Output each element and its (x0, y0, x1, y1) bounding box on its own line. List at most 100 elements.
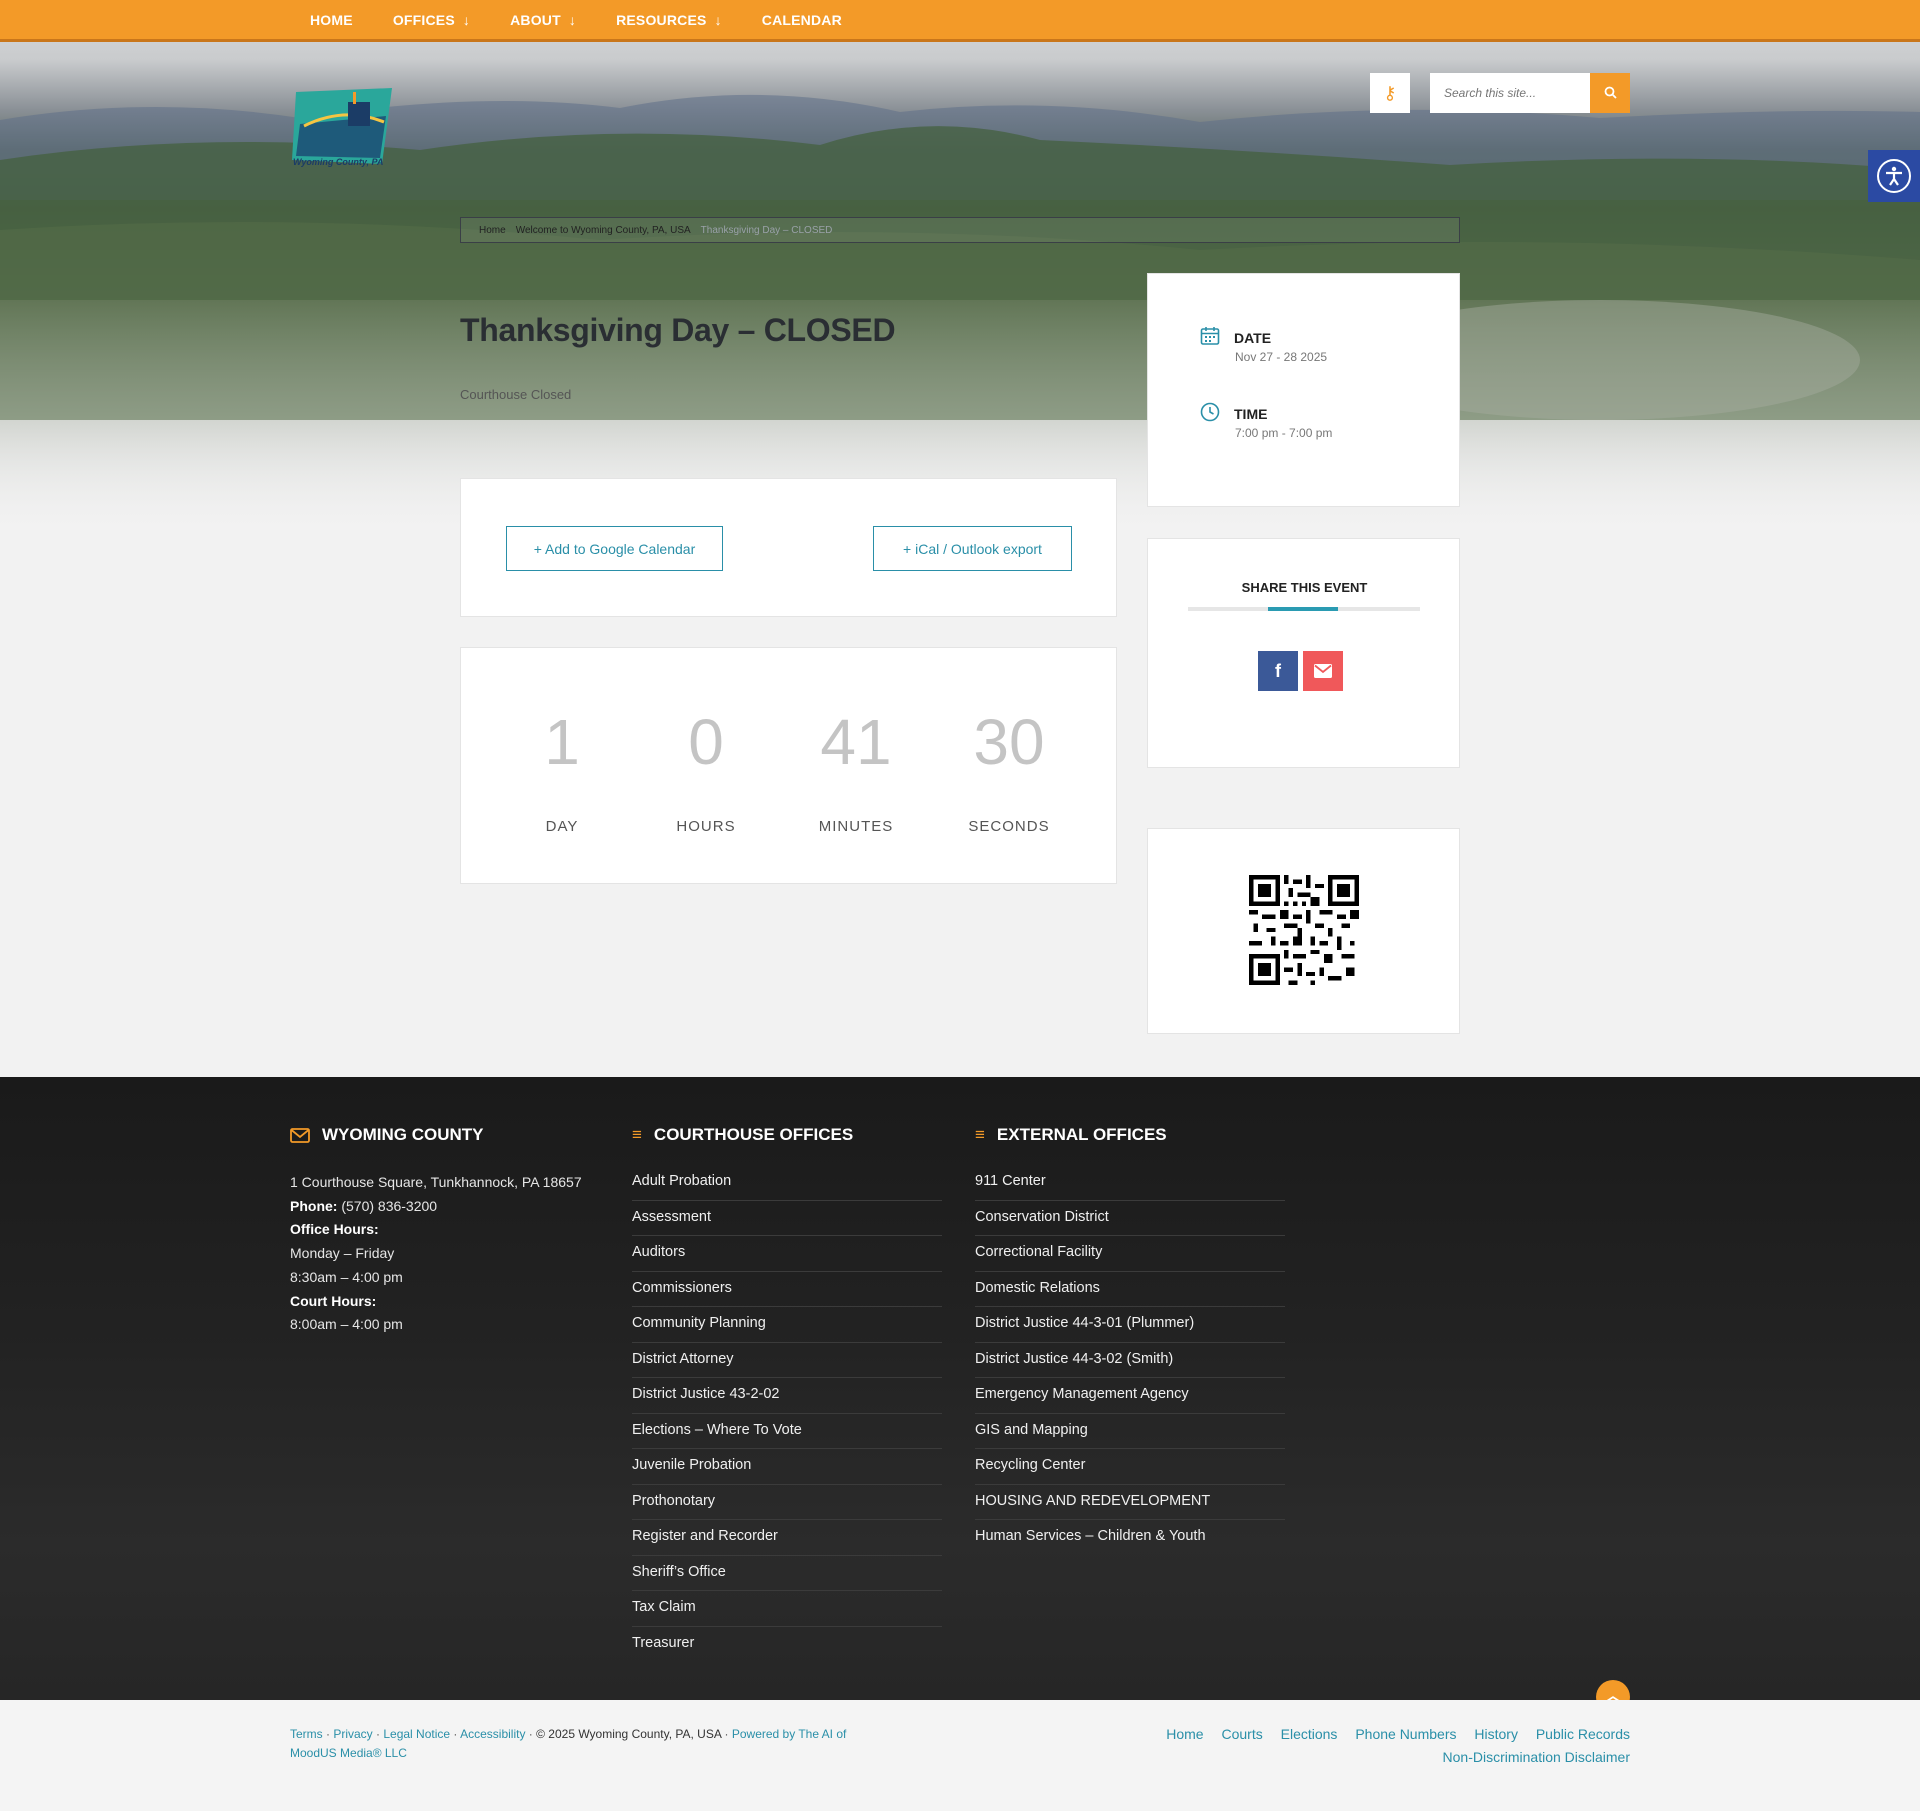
phone-number[interactable]: (570) 836-3200 (341, 1198, 437, 1214)
list-item[interactable]: HOUSING AND REDEVELOPMENT (975, 1485, 1285, 1520)
countdown-value: 1 (544, 706, 580, 778)
list-item[interactable]: Assessment (632, 1201, 942, 1236)
list-item[interactable]: Community Planning (632, 1307, 942, 1343)
countdown-card: 1 DAY 0 HOURS 41 MINUTES 30 SECONDS (460, 647, 1117, 884)
bottom-link-home[interactable]: Home (1166, 1726, 1203, 1742)
accessibility-toolbar-button[interactable] (1868, 150, 1920, 202)
list-item[interactable]: Domestic Relations (975, 1272, 1285, 1307)
share-card: SHARE THIS EVENT f (1147, 538, 1460, 768)
footer-heading-text: COURTHOUSE OFFICES (653, 1125, 854, 1144)
menu-icon: ≡ (632, 1125, 642, 1144)
calendar-export-card: + Add to Google Calendar + iCal / Outloo… (460, 478, 1117, 617)
nav-label: ABOUT (510, 12, 561, 28)
countdown-value: 0 (688, 706, 724, 778)
footer-external-offices: ≡ EXTERNAL OFFICES 911 Center Conservati… (975, 1125, 1285, 1556)
court-hours-label: Court Hours: (290, 1292, 377, 1309)
footer-heading-text: WYOMING COUNTY (322, 1125, 484, 1144)
bottom-link-phone-numbers[interactable]: Phone Numbers (1355, 1726, 1456, 1742)
list-item[interactable]: Tax Claim (632, 1591, 942, 1627)
list-item[interactable]: 911 Center (975, 1165, 1285, 1201)
bottom-link-elections[interactable]: Elections (1281, 1726, 1338, 1742)
footer-heading: WYOMING COUNTY (290, 1125, 582, 1145)
countdown-unit: MINUTES (818, 818, 894, 835)
event-details-card: DATE Nov 27 - 28 2025 TIME 7:00 pm - 7:0… (1147, 273, 1460, 507)
bottom-link-courts[interactable]: Courts (1222, 1726, 1263, 1742)
ical-outlook-export-button[interactable]: + iCal / Outlook export (873, 526, 1072, 571)
copyright: © 2025 Wyoming County, PA, USA (536, 1727, 722, 1741)
footer-courthouse-offices: ≡ COURTHOUSE OFFICES Adult Probation Ass… (632, 1125, 942, 1662)
menu-icon: ≡ (975, 1125, 985, 1144)
list-item[interactable]: Correctional Facility (975, 1236, 1285, 1272)
share-email-button[interactable] (1303, 651, 1343, 691)
terms-link[interactable]: Terms (290, 1727, 323, 1741)
nav-item-about[interactable]: ABOUT ↓ (510, 12, 576, 28)
time-label: TIME (1234, 406, 1268, 422)
countdown-unit: DAY (545, 818, 579, 835)
clock-icon (1200, 402, 1220, 422)
list-item[interactable]: District Justice 43-2-02 (632, 1378, 942, 1414)
envelope-icon (290, 1127, 310, 1143)
office-hours-label: Office Hours: (290, 1221, 379, 1238)
arrow-down-icon: ↓ (462, 12, 471, 28)
legal-notice-link[interactable]: Legal Notice (383, 1727, 450, 1741)
share-facebook-button[interactable]: f (1258, 651, 1298, 691)
list-item[interactable]: District Justice 44-3-02 (Smith) (975, 1343, 1285, 1378)
search-icon (1604, 86, 1617, 99)
privacy-link[interactable]: Privacy (333, 1727, 372, 1741)
hero-background (0, 0, 1920, 540)
list-item[interactable]: Conservation District (975, 1201, 1285, 1236)
nav-item-resources[interactable]: RESOURCES ↓ (616, 12, 722, 28)
list-item[interactable]: Sheriff’s Office (632, 1556, 942, 1591)
calendar-icon (1200, 327, 1220, 345)
legal-links: Terms · Privacy · Legal Notice · Accessi… (290, 1727, 847, 1760)
footer-address: 1 Courthouse Square, Tunkhannock, PA 186… (290, 1174, 582, 1190)
list-item[interactable]: Register and Recorder (632, 1520, 942, 1556)
footer-heading-text: EXTERNAL OFFICES (996, 1125, 1167, 1144)
qr-code (1249, 875, 1359, 985)
accessibility-link[interactable]: Accessibility (460, 1727, 525, 1741)
list-item[interactable]: District Attorney (632, 1343, 942, 1378)
bottom-nav: Home Courts Elections Phone Numbers Hist… (1152, 1723, 1630, 1769)
breadcrumb-home[interactable]: Home (479, 225, 506, 236)
nav-item-offices[interactable]: OFFICES ↓ (393, 12, 470, 28)
footer-heading: ≡ COURTHOUSE OFFICES (632, 1125, 942, 1145)
office-days: Monday – Friday (290, 1245, 395, 1262)
list-item[interactable]: District Justice 44-3-01 (Plummer) (975, 1307, 1285, 1343)
list-item[interactable]: GIS and Mapping (975, 1414, 1285, 1449)
countdown-value: 30 (973, 706, 1045, 778)
list-item[interactable]: Commissioners (632, 1272, 942, 1307)
external-offices-list: 911 Center Conservation District Correct… (975, 1165, 1285, 1556)
bottom-link-history[interactable]: History (1474, 1726, 1518, 1742)
login-key-button[interactable]: ⚷ (1370, 73, 1410, 113)
list-item[interactable]: Emergency Management Agency (975, 1378, 1285, 1414)
countdown-hours: 0 HOURS (641, 710, 771, 835)
list-item[interactable]: Elections – Where To Vote (632, 1414, 942, 1449)
bottom-link-non-discrimination[interactable]: Non-Discrimination Disclaimer (1443, 1749, 1630, 1765)
share-title: SHARE THIS EVENT (1241, 580, 1368, 595)
breadcrumb-parent[interactable]: Welcome to Wyoming County, PA, USA (516, 225, 691, 236)
footer-address-block: 1 Courthouse Square, Tunkhannock, PA 186… (290, 1171, 582, 1337)
footer-phone: Phone: (570) 836-3200 (290, 1195, 582, 1219)
add-google-calendar-button[interactable]: + Add to Google Calendar (506, 526, 723, 571)
list-item[interactable]: Juvenile Probation (632, 1449, 942, 1485)
nav-item-calendar[interactable]: CALENDAR (762, 12, 842, 28)
countdown-unit: HOURS (676, 818, 736, 835)
date-label: DATE (1234, 330, 1272, 346)
breadcrumb: Home Welcome to Wyoming County, PA, USA … (460, 217, 1460, 243)
list-item[interactable]: Auditors (632, 1236, 942, 1272)
search-input[interactable] (1430, 73, 1590, 113)
list-item[interactable]: Human Services – Children & Youth (975, 1520, 1285, 1556)
nav-item-home[interactable]: HOME (310, 12, 353, 28)
qr-code-card (1147, 828, 1460, 1034)
countdown-unit: SECONDS (968, 818, 1050, 835)
list-item[interactable]: Adult Probation (632, 1165, 942, 1201)
list-item[interactable]: Treasurer (632, 1627, 942, 1663)
footer-contact: WYOMING COUNTY 1 Courthouse Square, Tunk… (290, 1125, 582, 1337)
breadcrumb-current: Thanksgiving Day – CLOSED (700, 224, 833, 236)
list-item[interactable]: Prothonotary (632, 1485, 942, 1520)
list-item[interactable]: Recycling Center (975, 1449, 1285, 1485)
bottom-link-public-records[interactable]: Public Records (1536, 1726, 1630, 1742)
nav-menu: HOME OFFICES ↓ ABOUT ↓ RESOURCES ↓ CALENDAR (310, 0, 882, 40)
page-title: Thanksgiving Day – CLOSED (460, 312, 896, 348)
search-button[interactable] (1590, 73, 1630, 113)
